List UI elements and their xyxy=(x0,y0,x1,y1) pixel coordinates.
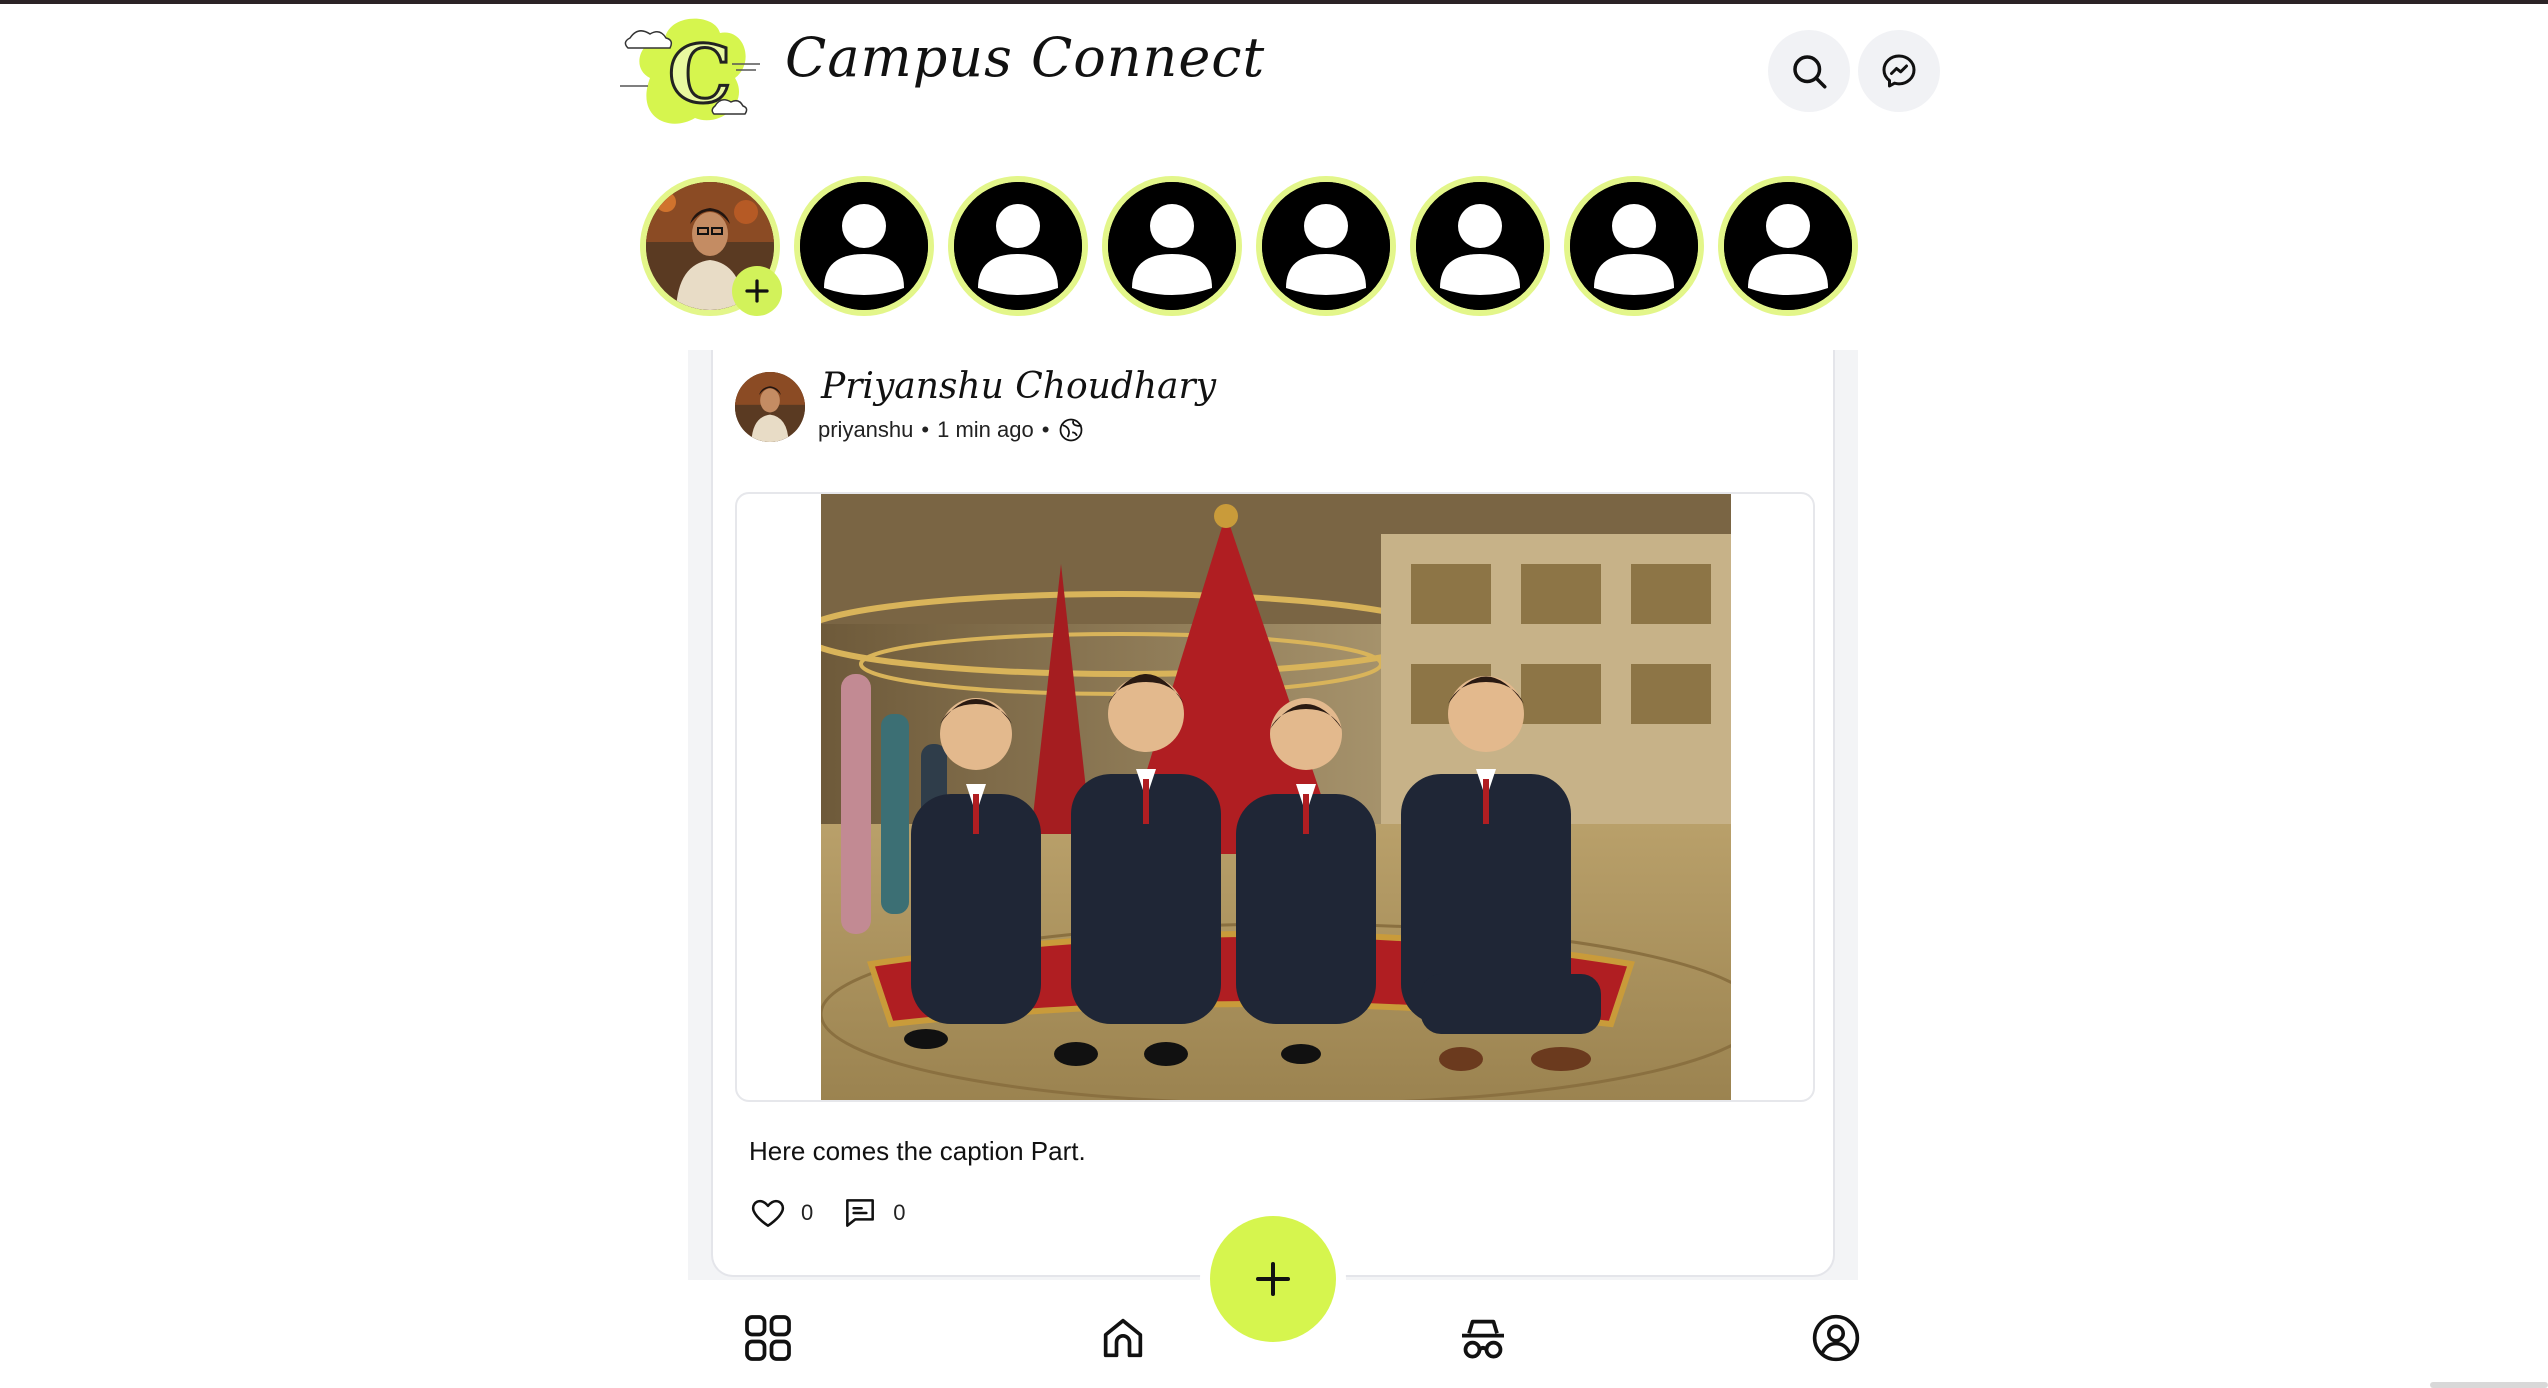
search-button[interactable] xyxy=(1768,30,1850,112)
svg-text:C: C xyxy=(668,27,732,121)
post-timestamp: 1 min ago xyxy=(937,417,1034,442)
campus-connect-logo[interactable]: C xyxy=(620,8,760,138)
comment-count: 0 xyxy=(893,1200,906,1225)
window-top-border xyxy=(0,0,2548,4)
nav-profile[interactable] xyxy=(1806,1308,1866,1368)
plus-icon xyxy=(745,279,769,303)
user-silhouette-icon xyxy=(1416,182,1544,310)
post-meta: priyanshu • 1 min ago • xyxy=(818,416,1085,444)
globe-icon xyxy=(1060,418,1083,442)
messenger-button[interactable] xyxy=(1858,30,1940,112)
story-placeholder[interactable] xyxy=(1102,176,1242,316)
grid-icon xyxy=(745,1315,791,1361)
nav-explore[interactable] xyxy=(738,1308,798,1368)
user-silhouette-icon xyxy=(1262,182,1390,310)
post-username[interactable]: priyanshu xyxy=(818,417,913,443)
comment-button[interactable]: 0 xyxy=(841,1194,906,1232)
like-count: 0 xyxy=(801,1200,814,1225)
nav-anonymous[interactable] xyxy=(1453,1308,1513,1368)
story-placeholder[interactable] xyxy=(1410,176,1550,316)
story-placeholder[interactable] xyxy=(1256,176,1396,316)
like-button[interactable]: 0 xyxy=(749,1194,813,1232)
brand-name: Campus Connect xyxy=(785,26,1266,89)
create-post-button[interactable] xyxy=(1210,1216,1336,1342)
meta-separator: • xyxy=(1041,417,1050,442)
user-silhouette-icon xyxy=(1724,182,1852,310)
comment-icon xyxy=(846,1199,875,1227)
post-caption: Here comes the caption Part. xyxy=(749,1136,1086,1166)
story-placeholder[interactable] xyxy=(948,176,1088,316)
messenger-icon xyxy=(1882,54,1916,88)
home-icon xyxy=(1103,1318,1143,1358)
user-silhouette-icon xyxy=(800,182,928,310)
app-header: C Campus Connect xyxy=(620,8,1940,138)
nav-home[interactable] xyxy=(1093,1308,1153,1368)
post-media-frame xyxy=(735,492,1815,1102)
search-icon xyxy=(1793,55,1827,89)
stories-bar xyxy=(640,176,1860,316)
post-actions: 0 0 xyxy=(749,1194,906,1232)
story-placeholder[interactable] xyxy=(794,176,934,316)
own-story[interactable] xyxy=(640,176,782,316)
heart-icon xyxy=(751,1199,785,1227)
post-author-avatar[interactable] xyxy=(735,372,805,442)
scrollbar[interactable] xyxy=(2430,1382,2548,1388)
user-silhouette-icon xyxy=(954,182,1082,310)
story-placeholder[interactable] xyxy=(1718,176,1858,316)
incognito-icon xyxy=(1462,1319,1504,1359)
add-story-button[interactable] xyxy=(732,266,782,316)
meta-separator: • xyxy=(921,417,930,442)
post-image[interactable] xyxy=(821,494,1731,1100)
story-placeholder[interactable] xyxy=(1564,176,1704,316)
post-author-name[interactable]: Priyanshu Choudhary xyxy=(821,366,1216,407)
user-silhouette-icon xyxy=(1108,182,1236,310)
post-card: Priyanshu Choudhary priyanshu • 1 min ag… xyxy=(711,350,1835,1277)
profile-icon xyxy=(1812,1314,1860,1362)
user-silhouette-icon xyxy=(1570,182,1698,310)
plus-icon xyxy=(1256,1262,1290,1296)
